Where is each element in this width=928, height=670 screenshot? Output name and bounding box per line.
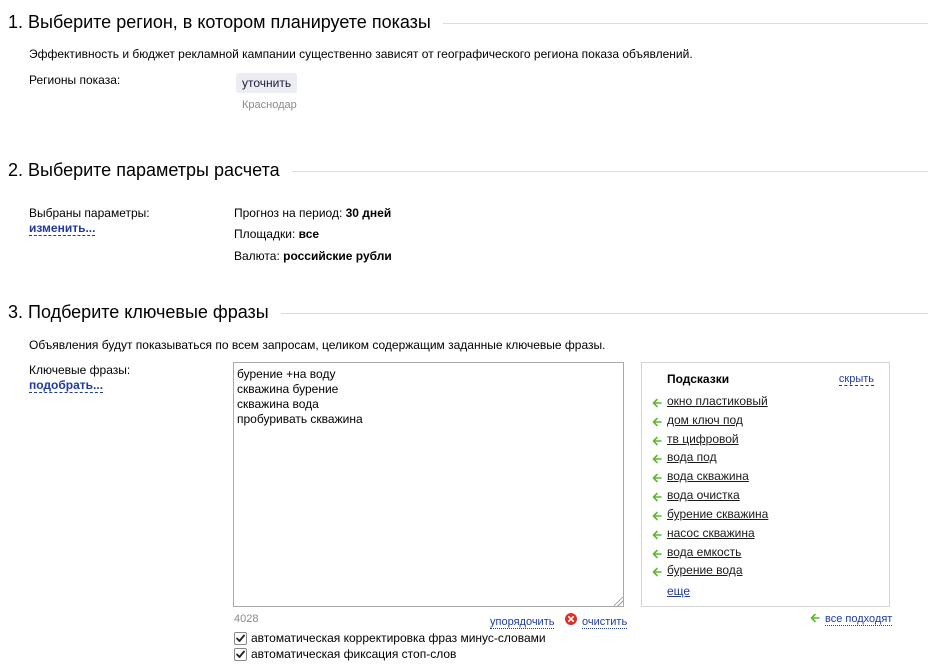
selected-params-label: Выбраны параметры: — [29, 206, 150, 220]
region-value: Краснодар — [242, 99, 297, 111]
param-period-label: Прогноз на период: — [234, 206, 346, 220]
hints-title: Подсказки — [667, 372, 730, 386]
more-hints-link[interactable]: еще — [667, 584, 690, 598]
clear-link-wrap: очистить — [582, 613, 628, 629]
checkmark-icon — [236, 650, 245, 658]
green-arrow-left-icon[interactable] — [652, 490, 662, 502]
auto-minus-words-checkbox[interactable] — [234, 631, 247, 645]
auto-stop-words-checkbox[interactable] — [234, 647, 247, 661]
green-arrow-left-icon[interactable] — [652, 396, 662, 408]
section-3-title: 3. Подберите ключевые фразы — [8, 301, 269, 322]
checkmark-icon — [236, 634, 245, 642]
hint-item-label[interactable]: вода под — [667, 450, 717, 464]
section-1-header: 1. Выберите регион, в котором планируете… — [8, 8, 928, 36]
order-link-wrap: упорядочить — [490, 613, 555, 629]
keywords-textarea[interactable]: бурение +на воду скважина бурение скважи… — [233, 362, 624, 607]
section-3-header: 3. Подберите ключевые фразы — [8, 298, 928, 326]
param-currency-label: Валюта: — [234, 249, 284, 263]
regions-label: Регионы показа: — [29, 73, 121, 87]
param-platforms-value: все — [298, 227, 320, 241]
green-arrow-left-icon[interactable] — [652, 565, 662, 577]
char-count: 4028 — [234, 613, 259, 625]
param-period: Прогноз на период: 30 дней — [234, 206, 391, 220]
section-1-description: Эффективность и бюджет рекламной кампани… — [29, 47, 693, 61]
auto-minus-words-label[interactable]: автоматическая корректировка фраз минус-… — [251, 631, 546, 645]
hint-item[interactable]: вода очистка — [652, 486, 740, 504]
hint-item[interactable]: вода под — [652, 448, 717, 466]
hint-item-label[interactable]: вода скважина — [667, 469, 749, 483]
green-arrow-left-icon[interactable] — [652, 452, 662, 464]
green-arrow-left-icon[interactable] — [652, 547, 662, 559]
auto-stop-words-option[interactable]: автоматическая фиксация стоп-слов — [234, 647, 456, 661]
refine-region-button[interactable]: уточнить — [236, 73, 298, 93]
hint-item-label[interactable]: насос скважина — [667, 526, 755, 540]
param-platforms: Площадки: все — [234, 227, 319, 241]
section-1-title: 1. Выберите регион, в котором планируете… — [8, 11, 431, 32]
hint-item-label[interactable]: бурение вода — [667, 563, 743, 577]
hint-item-label[interactable]: окно пластиковый — [667, 394, 768, 408]
hint-item-label[interactable]: вода емкость — [667, 545, 741, 559]
section-3-divider — [280, 312, 928, 314]
green-arrow-left-icon[interactable] — [652, 471, 662, 483]
hint-item[interactable]: бурение скважина — [652, 505, 768, 523]
section-2-title: 2. Выберите параметры расчета — [8, 159, 280, 180]
change-params-link[interactable]: изменить... — [29, 221, 96, 236]
order-link[interactable]: упорядочить — [490, 616, 555, 629]
green-arrow-left-icon[interactable] — [652, 415, 662, 427]
pick-keywords-link-wrap: подобрать... — [29, 377, 104, 393]
hide-hints-link[interactable]: скрыть — [838, 373, 874, 386]
green-arrow-left-icon[interactable] — [652, 434, 662, 446]
hints-panel: Подсказки скрыть окно пластиковый дом кл… — [641, 362, 890, 607]
section-2-header: 2. Выберите параметры расчета — [8, 156, 928, 184]
change-params-link-wrap: изменить... — [29, 220, 96, 236]
clear-link[interactable]: очистить — [582, 616, 628, 629]
hint-item[interactable]: дом ключ под — [652, 411, 743, 429]
hint-item-label[interactable]: вода очистка — [667, 488, 740, 502]
param-currency: Валюта: российские рубли — [234, 249, 392, 263]
auto-stop-words-label[interactable]: автоматическая фиксация стоп-слов — [251, 647, 456, 661]
hint-item[interactable]: насос скважина — [652, 524, 755, 542]
all-fit-link[interactable]: все подходят — [825, 613, 893, 626]
section-1-divider — [442, 22, 928, 24]
green-arrow-left-icon[interactable] — [652, 509, 662, 521]
hint-item-label[interactable]: тв цифровой — [667, 432, 739, 446]
green-arrow-left-icon[interactable] — [652, 528, 662, 540]
hint-item[interactable]: вода емкость — [652, 543, 741, 561]
param-period-value: 30 дней — [345, 206, 392, 220]
param-currency-value: российские рубли — [283, 249, 392, 263]
section-3-description: Объявления будут показываться по всем за… — [29, 338, 606, 352]
hint-item[interactable]: бурение вода — [652, 561, 743, 579]
section-2-divider — [291, 170, 928, 172]
pick-keywords-link[interactable]: подобрать... — [29, 378, 104, 393]
hint-item[interactable]: окно пластиковый — [652, 392, 768, 410]
hint-item[interactable]: тв цифровой — [652, 430, 739, 448]
hint-item-label[interactable]: бурение скважина — [667, 507, 768, 521]
keywords-label: Ключевые фразы: — [29, 363, 131, 377]
all-fit-arrow-icon[interactable] — [810, 611, 820, 623]
param-platforms-label: Площадки: — [234, 227, 299, 241]
textarea-resize-handle[interactable] — [614, 597, 623, 606]
all-fit-link-wrap: все подходят — [825, 610, 893, 626]
hint-item[interactable]: вода скважина — [652, 467, 749, 485]
hint-item-label[interactable]: дом ключ под — [667, 413, 743, 427]
clear-icon[interactable] — [565, 613, 577, 625]
auto-minus-words-option[interactable]: автоматическая корректировка фраз минус-… — [234, 631, 546, 645]
